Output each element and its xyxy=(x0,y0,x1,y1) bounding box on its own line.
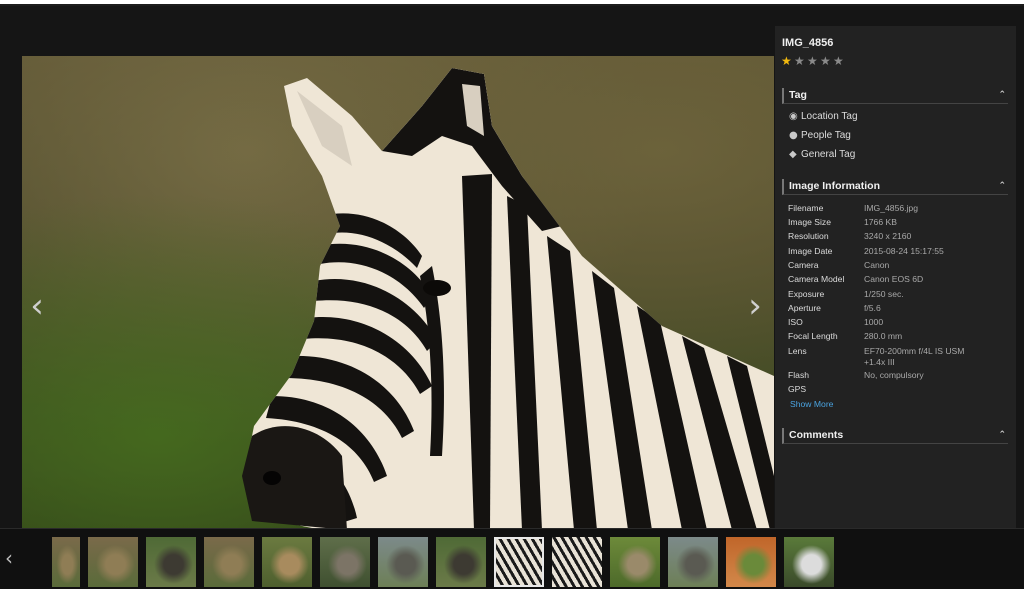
people-tag-label: People Tag xyxy=(801,130,851,141)
info-panel: IMG_4856 ★★★★★ Tag ⌃ ◉ Location Tag ● Peop… xyxy=(775,26,1016,530)
filmstrip-thumbnail[interactable] xyxy=(552,537,602,587)
comments-section-title: Comments xyxy=(789,429,844,441)
tag-section-header[interactable]: Tag ⌃ xyxy=(782,88,1008,104)
filmstrip-thumbnail[interactable] xyxy=(378,537,428,587)
chevron-right-icon: › xyxy=(748,286,762,326)
star-icon[interactable]: ★ xyxy=(820,54,833,68)
show-more-link[interactable]: Show More xyxy=(790,399,833,409)
chevron-left-icon: ‹ xyxy=(5,546,13,570)
previous-image-button[interactable]: ‹ xyxy=(22,286,52,326)
tag-icon: ◆ xyxy=(789,149,797,160)
tag-section-title: Tag xyxy=(789,89,807,101)
main-photo[interactable] xyxy=(22,56,774,530)
zebra-illustration xyxy=(242,68,774,530)
filmstrip-thumbnail[interactable] xyxy=(88,537,138,587)
filmstrip-thumbnail[interactable] xyxy=(320,537,370,587)
chevron-up-icon[interactable]: ⌃ xyxy=(998,88,1006,102)
filmstrip-thumbnail[interactable] xyxy=(436,537,486,587)
filmstrip-thumbnail[interactable] xyxy=(204,537,254,587)
star-icon[interactable]: ★ xyxy=(807,54,820,68)
general-tag-link[interactable]: ◆ General Tag xyxy=(789,148,855,162)
star-icon[interactable]: ★ xyxy=(833,54,846,68)
star-icon[interactable]: ★ xyxy=(781,54,794,68)
filmstrip-thumbnail[interactable] xyxy=(52,537,80,587)
chevron-up-icon[interactable]: ⌃ xyxy=(998,428,1006,442)
filmstrip: ‹ xyxy=(0,528,1024,589)
image-title: IMG_4856 xyxy=(782,37,834,49)
next-image-button[interactable]: › xyxy=(740,286,770,326)
location-pin-icon: ◉ xyxy=(789,111,798,122)
filmstrip-thumbnail[interactable] xyxy=(146,537,196,587)
people-tag-link[interactable]: ● People Tag xyxy=(789,129,851,143)
star-icon[interactable]: ★ xyxy=(794,54,807,68)
image-info-section-title: Image Information xyxy=(789,180,881,192)
filmstrip-thumbnail[interactable] xyxy=(668,537,718,587)
general-tag-label: General Tag xyxy=(801,149,856,160)
location-tag-link[interactable]: ◉ Location Tag xyxy=(789,110,858,124)
location-tag-label: Location Tag xyxy=(801,111,858,122)
filmstrip-thumbnail[interactable] xyxy=(726,537,776,587)
chevron-up-icon[interactable]: ⌃ xyxy=(998,179,1006,193)
photo-viewer: ‹ › IMG_4856 ★★★★★ Tag ⌃ ◉ Location Tag ●… xyxy=(0,4,1024,589)
image-info-section-header[interactable]: Image Information ⌃ xyxy=(782,179,1008,195)
filmstrip-thumbnail[interactable] xyxy=(784,537,834,587)
person-icon: ● xyxy=(789,130,798,141)
comments-section-header[interactable]: Comments ⌃ xyxy=(782,428,1008,444)
filmstrip-thumbnail[interactable] xyxy=(494,537,544,587)
star-rating[interactable]: ★★★★★ xyxy=(781,54,846,68)
filmstrip-thumbnail[interactable] xyxy=(262,537,312,587)
top-strip xyxy=(0,4,1024,6)
filmstrip-thumbnail[interactable] xyxy=(610,537,660,587)
chevron-left-icon: ‹ xyxy=(30,286,44,326)
filmstrip-prev-button[interactable]: ‹ xyxy=(2,543,16,573)
